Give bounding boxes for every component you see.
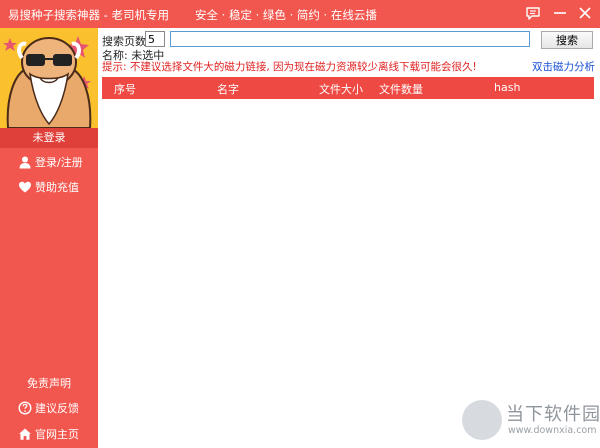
- sidebar-item-label: 免责声明: [27, 377, 71, 390]
- heart-icon: [18, 180, 32, 194]
- close-icon: [579, 7, 591, 19]
- sidebar-item-homepage[interactable]: 官网主页: [0, 422, 98, 446]
- main-panel: 搜索页数: 搜索 名称: 未选中 提示: 不建议选择文件大的磁力链接, 因为现在…: [98, 28, 600, 448]
- question-icon: [18, 401, 32, 415]
- app-slogan: 安全 · 稳定 · 绿色 · 简约 · 在线云播: [195, 8, 377, 22]
- tip-text: 提示: 不建议选择文件大的磁力链接, 因为现在磁力资源较少离线下载可能会很久!: [102, 61, 477, 73]
- minimize-icon: [554, 12, 566, 14]
- title-bar: 易搜种子搜索神器 - 老司机专用 安全 · 稳定 · 绿色 · 简约 · 在线云…: [0, 0, 600, 28]
- column-header-file-size[interactable]: 文件大小: [319, 81, 363, 97]
- magnet-analyze-link[interactable]: 双击磁力分析: [532, 59, 595, 74]
- column-header-index[interactable]: 序号: [114, 81, 136, 97]
- watermark-circle-icon: [462, 400, 502, 440]
- watermark-text: 当下软件园: [506, 404, 600, 425]
- results-table-header: 序号 名字 文件大小 文件数量 hash: [102, 77, 594, 99]
- sidebar-item-feedback[interactable]: 建议反馈: [0, 396, 98, 420]
- sidebar-item-disclaimer[interactable]: 免责声明: [0, 371, 98, 395]
- sidebar-item-donate[interactable]: 赞助充值: [0, 175, 98, 199]
- login-status: 未登录: [0, 128, 98, 148]
- search-input[interactable]: [170, 31, 530, 47]
- search-button[interactable]: 搜索: [541, 31, 593, 49]
- column-header-name[interactable]: 名字: [217, 81, 239, 97]
- home-icon: [18, 427, 32, 441]
- user-icon: [18, 155, 32, 169]
- search-pages-input[interactable]: [145, 31, 165, 47]
- watermark-url: www.downxia.com: [508, 425, 597, 436]
- sidebar-item-label: 赞助充值: [35, 181, 79, 194]
- avatar-illustration: [0, 28, 98, 128]
- sidebar-item-label: 登录/注册: [35, 156, 83, 169]
- sidebar-item-login-register[interactable]: 登录/注册: [0, 150, 98, 174]
- avatar[interactable]: [0, 28, 98, 128]
- sidebar-item-label: 官网主页: [35, 428, 79, 441]
- watermark-logo: 当下软件园 www.downxia.com: [462, 398, 600, 448]
- sidebar: 未登录 登录/注册 赞助充值 免责声明 建议反馈 官网主页: [0, 28, 98, 448]
- column-header-file-count[interactable]: 文件数量: [379, 81, 423, 97]
- app-title: 易搜种子搜索神器 - 老司机专用: [8, 8, 169, 22]
- column-header-hash[interactable]: hash: [494, 81, 520, 94]
- message-button[interactable]: [522, 2, 544, 24]
- sidebar-item-label: 建议反馈: [35, 402, 79, 415]
- close-button[interactable]: [574, 2, 596, 24]
- message-icon: [526, 7, 540, 20]
- minimize-button[interactable]: [549, 2, 571, 24]
